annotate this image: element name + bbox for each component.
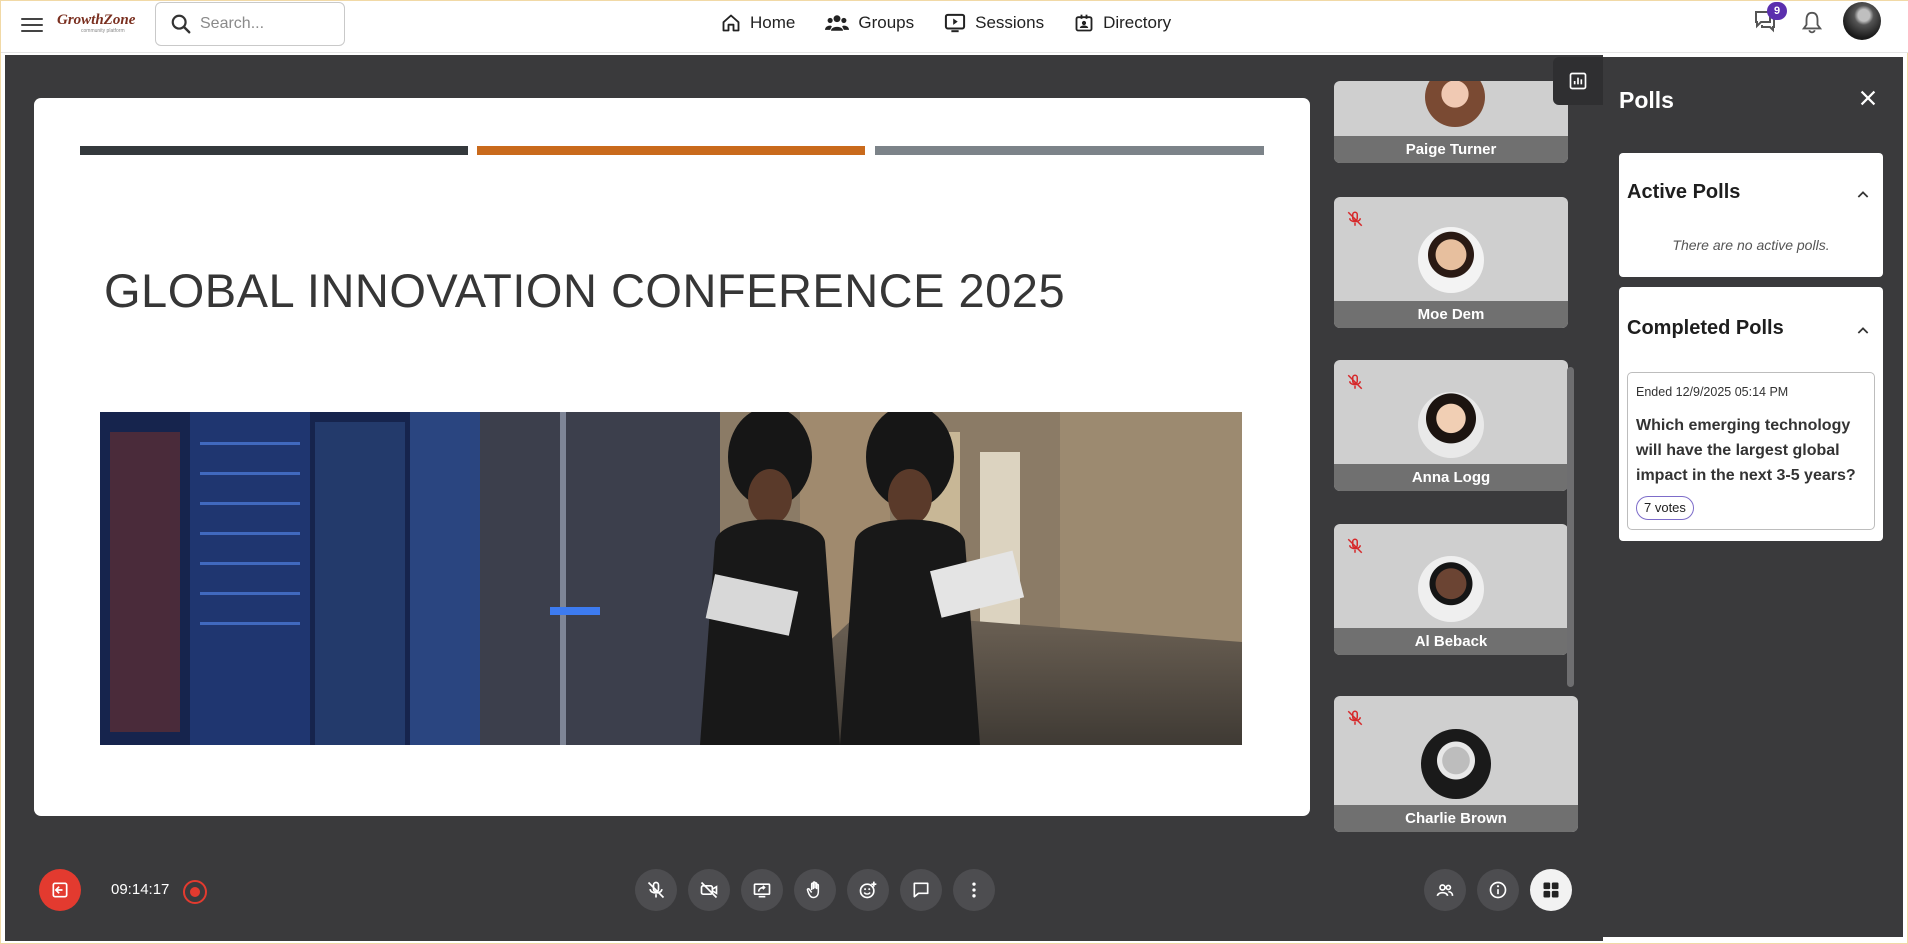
logo-subtitle: community platform xyxy=(81,28,125,34)
active-polls-card: Active Polls There are no active polls. xyxy=(1619,153,1883,277)
layout-button[interactable] xyxy=(1530,869,1572,911)
slide-accent-bar-3 xyxy=(875,146,1264,155)
participant-name: Charlie Brown xyxy=(1334,805,1578,832)
participants-button[interactable] xyxy=(1424,869,1466,911)
chat-bubble-icon xyxy=(913,882,929,898)
exit-icon xyxy=(52,882,68,898)
nav-groups-label: Groups xyxy=(858,13,915,32)
mic-muted-icon xyxy=(1347,710,1363,726)
no-active-polls-text: There are no active polls. xyxy=(1672,237,1830,253)
participant-name: Anna Logg xyxy=(1334,464,1568,491)
home-icon xyxy=(722,14,740,32)
search-icon xyxy=(171,14,191,34)
menu-icon[interactable] xyxy=(21,14,43,32)
slide-title: GLOBAL INNOVATION CONFERENCE 2025 xyxy=(104,264,1066,317)
close-icon[interactable] xyxy=(1857,87,1879,109)
presentation-slide: GLOBAL INNOVATION CONFERENCE 2025 xyxy=(34,98,1310,816)
active-polls-heading[interactable]: Active Polls xyxy=(1627,181,1740,204)
completed-polls-card: Completed Polls Ended 12/9/2025 05:14 PM… xyxy=(1619,287,1883,541)
chat-button[interactable] xyxy=(900,869,942,911)
poll-votes-button[interactable]: 7 votes xyxy=(1636,496,1694,520)
participants-scrollbar[interactable] xyxy=(1567,367,1574,687)
nav-directory[interactable]: Directory xyxy=(1074,13,1171,33)
participant-name: Al Beback xyxy=(1334,628,1568,655)
participant-avatar xyxy=(1425,81,1485,127)
more-vertical-icon xyxy=(972,882,976,898)
search-input[interactable] xyxy=(200,13,330,35)
polls-tab-button[interactable] xyxy=(1553,57,1603,105)
slide-photo xyxy=(100,412,1242,745)
app-window: GrowthZone community platform Home Group… xyxy=(0,0,1908,944)
raise-hand-button[interactable] xyxy=(794,869,836,911)
people-icon xyxy=(1436,884,1454,897)
screen-share-icon xyxy=(753,883,771,898)
growthzone-logo[interactable]: GrowthZone community platform xyxy=(57,11,137,35)
participant-avatar xyxy=(1421,729,1491,799)
reactions-button[interactable] xyxy=(847,869,889,911)
nav-sessions[interactable]: Sessions xyxy=(944,13,1044,33)
poll-ended-date: Ended 12/9/2025 05:14 PM xyxy=(1636,385,1789,399)
share-screen-button[interactable] xyxy=(741,869,783,911)
user-avatar[interactable] xyxy=(1843,2,1881,40)
more-options-button[interactable] xyxy=(953,869,995,911)
top-navigation-bar: GrowthZone community platform Home Group… xyxy=(1,1,1908,53)
session-timer: 09:14:17 xyxy=(111,881,170,898)
mic-muted-icon xyxy=(1347,211,1363,227)
chevron-up-icon[interactable] xyxy=(1855,187,1871,203)
poll-chart-icon xyxy=(1569,72,1587,90)
emoji-icon xyxy=(859,881,877,899)
info-button[interactable] xyxy=(1477,869,1519,911)
completed-poll-item[interactable]: Ended 12/9/2025 05:14 PM Which emerging … xyxy=(1627,372,1875,530)
directory-icon xyxy=(1075,14,1093,32)
mute-button[interactable] xyxy=(635,869,677,911)
nav-home[interactable]: Home xyxy=(721,13,795,33)
recording-indicator xyxy=(183,880,207,904)
nav-directory-label: Directory xyxy=(1103,13,1172,32)
participant-avatar xyxy=(1418,392,1484,458)
participant-name: Moe Dem xyxy=(1334,301,1568,328)
bell-icon[interactable] xyxy=(1801,10,1823,34)
participant-tile[interactable]: Anna Logg xyxy=(1334,360,1568,491)
info-icon xyxy=(1489,881,1507,899)
poll-question: Which emerging technology will have the … xyxy=(1636,417,1856,484)
participant-tile[interactable]: Moe Dem xyxy=(1334,197,1568,328)
search-box[interactable] xyxy=(155,2,345,46)
participant-avatar xyxy=(1418,227,1484,293)
polls-title: Polls xyxy=(1619,87,1674,113)
sessions-icon xyxy=(945,13,966,33)
completed-polls-heading[interactable]: Completed Polls xyxy=(1627,317,1784,340)
slide-accent-bar-2 xyxy=(477,146,865,155)
notification-badge: 9 xyxy=(1767,2,1787,20)
leave-session-button[interactable] xyxy=(39,869,81,911)
slide-accent-bar-1 xyxy=(80,146,468,155)
mic-muted-icon xyxy=(1347,538,1363,554)
logo-text: GrowthZone xyxy=(57,12,136,28)
nav-home-label: Home xyxy=(750,13,796,32)
nav-groups[interactable]: Groups xyxy=(825,13,914,33)
video-off-icon xyxy=(700,881,718,899)
nav-sessions-label: Sessions xyxy=(975,13,1045,32)
participant-avatar xyxy=(1418,556,1484,622)
camera-button[interactable] xyxy=(688,869,730,911)
mic-muted-icon xyxy=(1347,374,1363,390)
grid-icon xyxy=(1543,882,1559,898)
mic-off-icon xyxy=(647,881,665,899)
chevron-up-icon[interactable] xyxy=(1855,323,1871,339)
hand-icon xyxy=(806,881,820,899)
polls-panel: Polls Active Polls There are no active p… xyxy=(1603,57,1903,937)
participant-name: Paige Turner xyxy=(1334,136,1568,163)
main-nav: Home Groups Sessions Directory xyxy=(721,9,1171,37)
participant-tile[interactable]: Al Beback xyxy=(1334,524,1568,655)
participant-tile[interactable]: Charlie Brown xyxy=(1334,696,1578,832)
groups-icon xyxy=(825,15,850,31)
participant-tile[interactable]: Paige Turner xyxy=(1334,81,1568,163)
